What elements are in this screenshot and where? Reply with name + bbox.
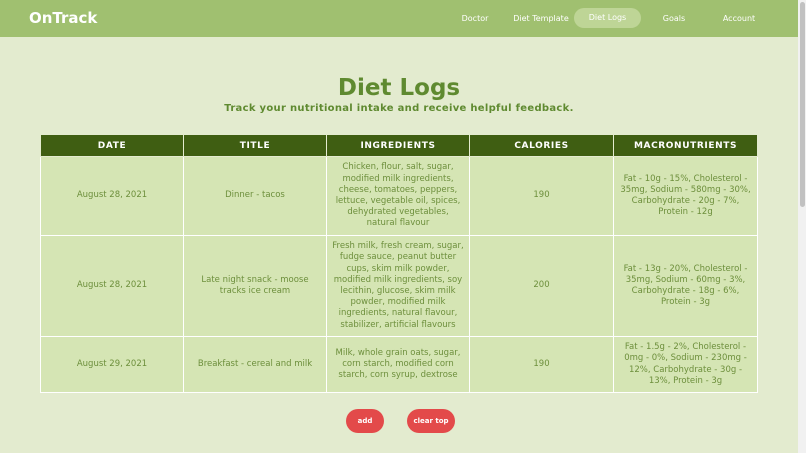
table-row[interactable]: August 28, 2021 Late night snack - moose… <box>40 235 758 337</box>
cell-ingredients: Milk, whole grain oats, sugar, corn star… <box>326 336 470 393</box>
table-row[interactable]: August 28, 2021 Dinner - tacos Chicken, … <box>40 156 758 236</box>
cell-calories: 200 <box>469 235 614 337</box>
page-subtitle: Track your nutritional intake and receiv… <box>224 103 574 114</box>
app-logo[interactable]: OnTrack <box>29 9 97 27</box>
cell-date: August 28, 2021 <box>40 156 184 236</box>
nav-item-diet-template[interactable]: Diet Template <box>510 10 572 28</box>
nav-item-account[interactable]: Account <box>718 10 760 28</box>
add-button[interactable]: add <box>346 409 384 433</box>
nav-item-diet-logs[interactable]: Diet Logs <box>574 8 641 28</box>
cell-macronutrients: Fat - 10g - 15%, Cholesterol - 35mg, Sod… <box>613 156 758 236</box>
cell-title: Late night snack - moose tracks ice crea… <box>183 235 327 337</box>
navbar: OnTrack Doctor Diet Template Diet Logs G… <box>0 0 798 37</box>
table-header-row: DATE TITLE INGREDIENTS CALORIES MACRONUT… <box>40 134 758 157</box>
table-row[interactable]: August 29, 2021 Breakfast - cereal and m… <box>40 336 758 393</box>
scrollbar-thumb[interactable] <box>800 2 805 207</box>
cell-title: Dinner - tacos <box>183 156 327 236</box>
cell-macronutrients: Fat - 13g - 20%, Cholesterol - 35mg, Sod… <box>613 235 758 337</box>
column-header-macronutrients: MACRONUTRIENTS <box>613 134 758 157</box>
column-header-date: DATE <box>40 134 184 157</box>
column-header-title: TITLE <box>183 134 327 157</box>
diet-logs-table: DATE TITLE INGREDIENTS CALORIES MACRONUT… <box>40 134 758 393</box>
cell-calories: 190 <box>469 336 614 393</box>
nav-item-goals[interactable]: Goals <box>655 10 693 28</box>
cell-macronutrients: Fat - 1.5g - 2%, Cholesterol - 0mg - 0%,… <box>613 336 758 393</box>
page-title: Diet Logs <box>337 75 461 101</box>
clear-top-button[interactable]: clear top <box>407 409 455 433</box>
cell-date: August 28, 2021 <box>40 235 184 337</box>
nav-item-doctor[interactable]: Doctor <box>454 10 496 28</box>
cell-ingredients: Fresh milk, fresh cream, sugar, fudge sa… <box>326 235 470 337</box>
cell-title: Breakfast - cereal and milk <box>183 336 327 393</box>
cell-ingredients: Chicken, flour, salt, sugar, modified mi… <box>326 156 470 236</box>
cell-date: August 29, 2021 <box>40 336 184 393</box>
column-header-calories: CALORIES <box>469 134 614 157</box>
column-header-ingredients: INGREDIENTS <box>326 134 470 157</box>
cell-calories: 190 <box>469 156 614 236</box>
